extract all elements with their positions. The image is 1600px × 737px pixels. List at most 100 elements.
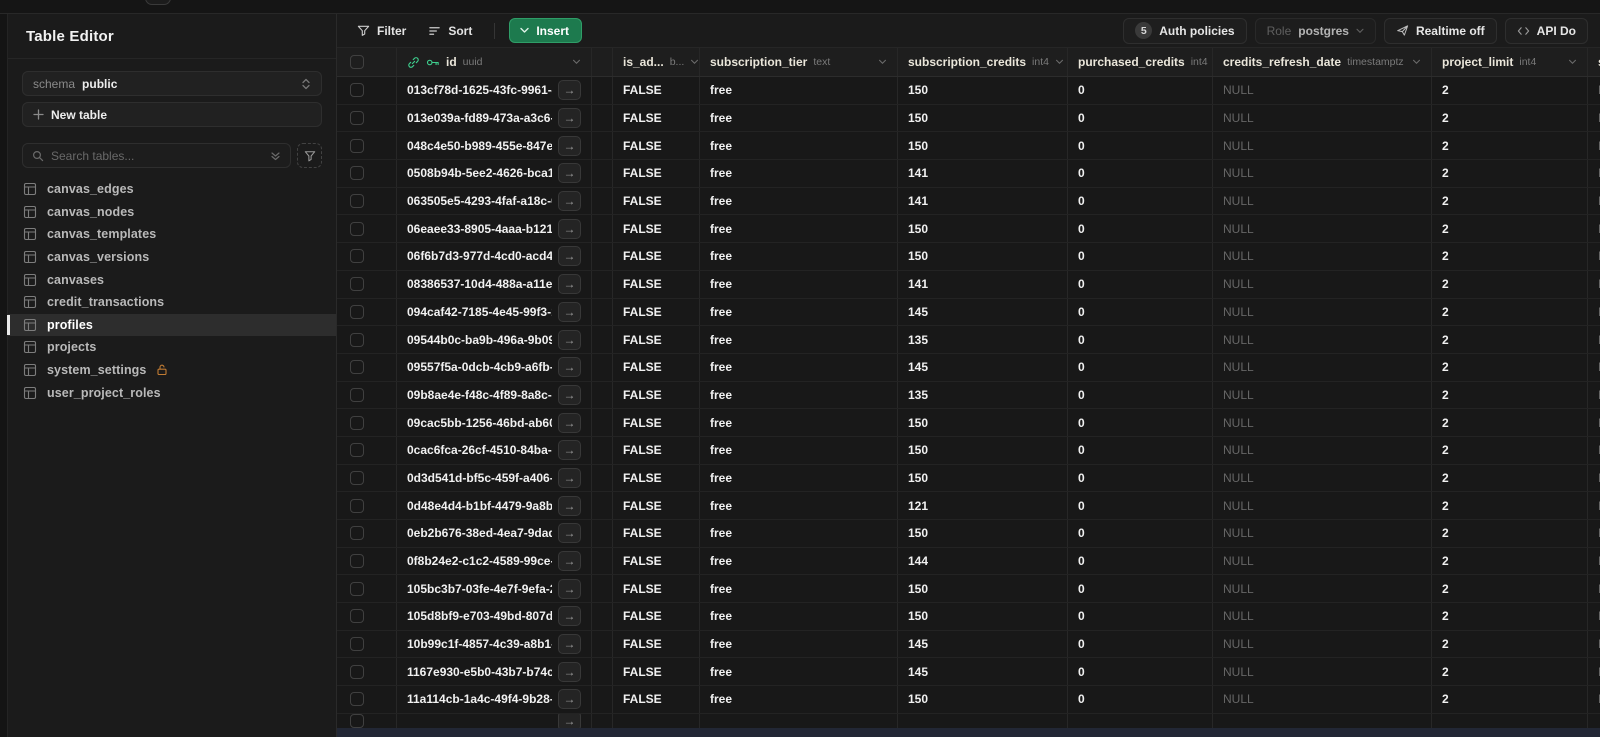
schema-select[interactable]: schema public (22, 71, 322, 96)
cell-id[interactable]: 0d3d541d-bf5c-459f-a406-16b93... (407, 471, 552, 485)
expand-row-button[interactable]: → (558, 108, 581, 129)
cell-subscription-tier[interactable]: free (710, 554, 732, 568)
cell-credits-refresh-date[interactable]: NULL (1223, 111, 1254, 125)
cell-credits-refresh-date[interactable]: NULL (1223, 416, 1254, 430)
cell-subscription-credits[interactable]: 145 (908, 665, 928, 679)
expand-row-button[interactable]: → (558, 191, 581, 212)
table-filter-button[interactable] (297, 143, 322, 168)
cell-is-admin[interactable]: FALSE (623, 637, 662, 651)
chevron-down-icon[interactable] (572, 59, 581, 65)
table-row[interactable]: 09557f5a-0dcb-4cb9-a6fb-fff366...→oFALSE… (337, 353, 1600, 382)
row-checkbox[interactable] (350, 664, 364, 679)
column-header-is_admin[interactable]: is_ad... b... (613, 48, 700, 76)
cell-credits-refresh-date[interactable]: NULL (1223, 609, 1254, 623)
horizontal-scrollbar[interactable] (337, 727, 1600, 737)
cell-id[interactable]: 0508b94b-5ee2-4626-bca1-4bca... (407, 166, 552, 180)
row-checkbox[interactable] (350, 581, 364, 596)
cell-project-limit[interactable]: 2 (1442, 416, 1449, 430)
cell-credits-refresh-date[interactable]: NULL (1223, 692, 1254, 706)
column-header-clipped[interactable] (592, 48, 613, 76)
cell-id[interactable]: 0eb2b676-38ed-4ea7-9dad-38e6... (407, 526, 552, 540)
cell-project-limit[interactable]: 2 (1442, 637, 1449, 651)
filter-button[interactable]: Filter (349, 20, 414, 42)
expand-row-button[interactable]: → (558, 384, 581, 405)
cell-subscription-credits[interactable]: 150 (908, 416, 928, 430)
cell-subscription-credits[interactable]: 141 (908, 194, 928, 208)
row-checkbox[interactable] (350, 221, 364, 236)
cell-subscription-tier[interactable]: free (710, 665, 732, 679)
expand-row-button[interactable]: → (558, 661, 581, 682)
chevron-down-icon[interactable] (690, 59, 699, 65)
row-checkbox[interactable] (350, 166, 364, 181)
cell-is-admin[interactable]: FALSE (623, 665, 662, 679)
expand-row-button[interactable]: → (558, 135, 581, 156)
row-checkbox[interactable] (350, 111, 364, 126)
cell-credits-refresh-date[interactable]: NULL (1223, 333, 1254, 347)
row-checkbox[interactable] (350, 249, 364, 264)
expand-row-button[interactable]: → (558, 274, 581, 295)
cell-is-admin[interactable]: FALSE (623, 388, 662, 402)
cell-subscription-credits[interactable]: 145 (908, 305, 928, 319)
cell-project-limit[interactable]: 2 (1442, 609, 1449, 623)
expand-row-button[interactable]: → (558, 163, 581, 184)
expand-row-button[interactable]: → (558, 689, 581, 710)
sidebar-item-system_settings[interactable]: system_settings (8, 359, 336, 382)
expand-row-button[interactable]: → (558, 606, 581, 627)
row-checkbox[interactable] (350, 443, 364, 458)
cell-id[interactable]: 09b8ae4e-f48c-4f89-8a8c-1629b... (407, 388, 552, 402)
cell-subscription-tier[interactable]: free (710, 139, 732, 153)
cell-subscription-credits[interactable]: 150 (908, 249, 928, 263)
column-header-su_clipped[interactable]: su (1588, 48, 1600, 76)
row-checkbox[interactable] (350, 83, 364, 98)
sidebar-item-canvas_versions[interactable]: canvas_versions (8, 246, 336, 269)
cell-project-limit[interactable]: 2 (1442, 554, 1449, 568)
table-row[interactable]: 013cf78d-1625-43fc-9961-442189...→oFALSE… (337, 77, 1600, 105)
row-checkbox[interactable] (350, 470, 364, 485)
cell-purchased-credits[interactable]: 0 (1078, 222, 1085, 236)
table-row[interactable]: 063505e5-4293-4faf-a18c-0e65b...→xFALSEf… (337, 187, 1600, 216)
cell-subscription-tier[interactable]: free (710, 305, 732, 319)
cell-credits-refresh-date[interactable]: NULL (1223, 305, 1254, 319)
row-checkbox[interactable] (350, 692, 364, 707)
cell-project-limit[interactable]: 2 (1442, 194, 1449, 208)
cell-subscription-tier[interactable]: free (710, 277, 732, 291)
sidebar-item-canvases[interactable]: canvases (8, 268, 336, 291)
chevron-down-icon[interactable] (878, 59, 887, 65)
cell-id[interactable]: 10b99c1f-4857-4c39-a8b1-263b8... (407, 637, 552, 651)
new-table-button[interactable]: New table (22, 102, 322, 127)
chevron-down-icon[interactable] (1412, 59, 1421, 65)
cell-subscription-credits[interactable]: 135 (908, 333, 928, 347)
expand-row-button[interactable]: → (558, 329, 581, 350)
cell-is-admin[interactable]: FALSE (623, 609, 662, 623)
cell-id[interactable]: 013e039a-fd89-473a-a3c6-ccfa9... (407, 111, 552, 125)
cell-is-admin[interactable]: FALSE (623, 333, 662, 347)
cell-subscription-tier[interactable]: free (710, 499, 732, 513)
expand-row-button[interactable]: → (558, 713, 581, 728)
cell-credits-refresh-date[interactable]: NULL (1223, 139, 1254, 153)
cell-purchased-credits[interactable]: 0 (1078, 637, 1085, 651)
cell-id[interactable]: 0cac6fca-26cf-4510-84ba-c4580... (407, 443, 552, 457)
insert-button[interactable]: Insert (509, 18, 583, 43)
cell-project-limit[interactable]: 2 (1442, 83, 1449, 97)
sidebar-item-projects[interactable]: projects (8, 336, 336, 359)
cell-subscription-tier[interactable]: free (710, 526, 732, 540)
cell-id[interactable]: 11a114cb-1a4c-49f4-9b28-52219ec... (407, 692, 552, 706)
cell-subscription-credits[interactable]: 141 (908, 277, 928, 291)
cell-credits-refresh-date[interactable]: NULL (1223, 222, 1254, 236)
table-row[interactable]: 0508b94b-5ee2-4626-bca1-4bca...→-cFALSEf… (337, 160, 1600, 188)
cell-id[interactable]: 06f6b7d3-977d-4cd0-acd4-4a78... (407, 249, 552, 263)
cell-purchased-credits[interactable]: 0 (1078, 111, 1085, 125)
cell-project-limit[interactable]: 2 (1442, 388, 1449, 402)
table-row[interactable]: 06eaee33-8905-4aaa-b121-ab552...→oFALSEf… (337, 215, 1600, 244)
cell-id[interactable]: 0f8b24e2-c1c2-4589-99ce-2c52d... (407, 554, 552, 568)
cell-credits-refresh-date[interactable]: NULL (1223, 471, 1254, 485)
cell-subscription-tier[interactable]: free (710, 166, 732, 180)
cell-credits-refresh-date[interactable]: NULL (1223, 526, 1254, 540)
realtime-toggle-button[interactable]: Realtime off (1383, 17, 1497, 44)
cell-is-admin[interactable]: FALSE (623, 222, 662, 236)
cell-credits-refresh-date[interactable]: NULL (1223, 360, 1254, 374)
cell-subscription-tier[interactable]: free (710, 609, 732, 623)
row-checkbox[interactable] (350, 387, 364, 402)
row-checkbox[interactable] (350, 637, 364, 652)
row-checkbox[interactable] (350, 609, 364, 624)
